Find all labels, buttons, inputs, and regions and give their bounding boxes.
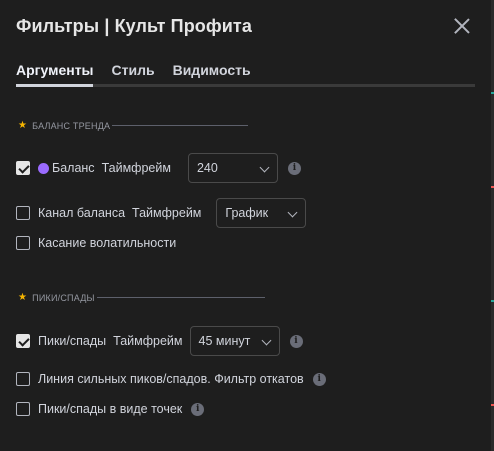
info-icon[interactable]: i [312, 372, 326, 386]
tab-underline-track [16, 84, 475, 87]
peaks-dots-label: Пики/спады в виде точек [38, 402, 183, 416]
select-value: 45 минут [198, 334, 251, 348]
indicator-settings-dialog: Фильтры | Культ Профита Аргументы Стиль Ви… [0, 0, 494, 451]
balance-label: Баланс [52, 161, 95, 175]
section-title: БАЛАНС ТРЕНДА [32, 120, 111, 131]
volatility-touch-label: Касание волатильности [38, 236, 177, 250]
tab-visibility[interactable]: Видимость [173, 62, 251, 78]
select-value: График [225, 206, 269, 220]
tab-bar: Аргументы Стиль Видимость [16, 62, 269, 84]
tab-style[interactable]: Стиль [112, 62, 155, 78]
star-icon: ★ [18, 120, 28, 131]
star-icon: ★ [18, 292, 28, 303]
balance-timeframe-label: Таймфрейм [101, 161, 171, 175]
strong-peaks-label: Линия сильных пиков/спадов. Фильтр откат… [38, 372, 304, 386]
peaks-checkbox[interactable] [16, 334, 30, 348]
peaks-timeframe-select[interactable]: 45 минут [189, 326, 280, 356]
balance-channel-checkbox[interactable] [16, 206, 30, 220]
balance-channel-timeframe-label: Таймфрейм [132, 206, 202, 220]
section-trend-balance: ★ БАЛАНС ТРЕНДА [18, 120, 249, 131]
balance-checkbox[interactable] [16, 161, 30, 175]
peaks-label: Пики/спады [38, 334, 107, 348]
peaks-timeframe-label: Таймфрейм [113, 334, 183, 348]
balance-channel-label: Канал баланса [38, 206, 126, 220]
peaks-dots-checkbox[interactable] [16, 402, 30, 416]
section-divider [112, 125, 249, 126]
section-title: ПИКИ/СПАДЫ [32, 292, 95, 303]
info-icon[interactable]: i [287, 161, 301, 175]
select-value: 240 [196, 161, 218, 175]
strong-peaks-row: Линия сильных пиков/спадов. Фильтр откат… [16, 372, 326, 386]
balance-channel-timeframe-select[interactable]: График [216, 198, 307, 228]
close-icon[interactable] [454, 18, 470, 34]
dialog-header: Фильтры | Культ Профита [16, 16, 478, 40]
tab-arguments[interactable]: Аргументы [16, 62, 94, 78]
info-icon[interactable]: i [191, 402, 205, 416]
chevron-down-icon [287, 207, 298, 218]
dialog-title: Фильтры | Культ Профита [16, 16, 252, 36]
balance-color-swatch[interactable] [38, 162, 49, 174]
volatility-touch-checkbox[interactable] [16, 236, 30, 250]
section-divider [96, 297, 265, 298]
balance-timeframe-select[interactable]: 240 [187, 153, 278, 183]
info-icon[interactable]: i [289, 334, 303, 348]
balance-row: Баланс Таймфрейм 240 i [16, 153, 301, 183]
balance-channel-row: Канал баланса Таймфрейм График [16, 198, 307, 228]
chevron-down-icon [259, 162, 270, 173]
tab-active-indicator [16, 84, 93, 87]
volatility-touch-row: Касание волатильности [16, 236, 176, 250]
strong-peaks-checkbox[interactable] [16, 372, 30, 386]
section-peaks: ★ ПИКИ/СПАДЫ [18, 292, 265, 303]
chevron-down-icon [261, 335, 271, 346]
peaks-row: Пики/спады Таймфрейм 45 минут i [16, 326, 303, 356]
peaks-dots-row: Пики/спады в виде точек i [16, 402, 205, 416]
